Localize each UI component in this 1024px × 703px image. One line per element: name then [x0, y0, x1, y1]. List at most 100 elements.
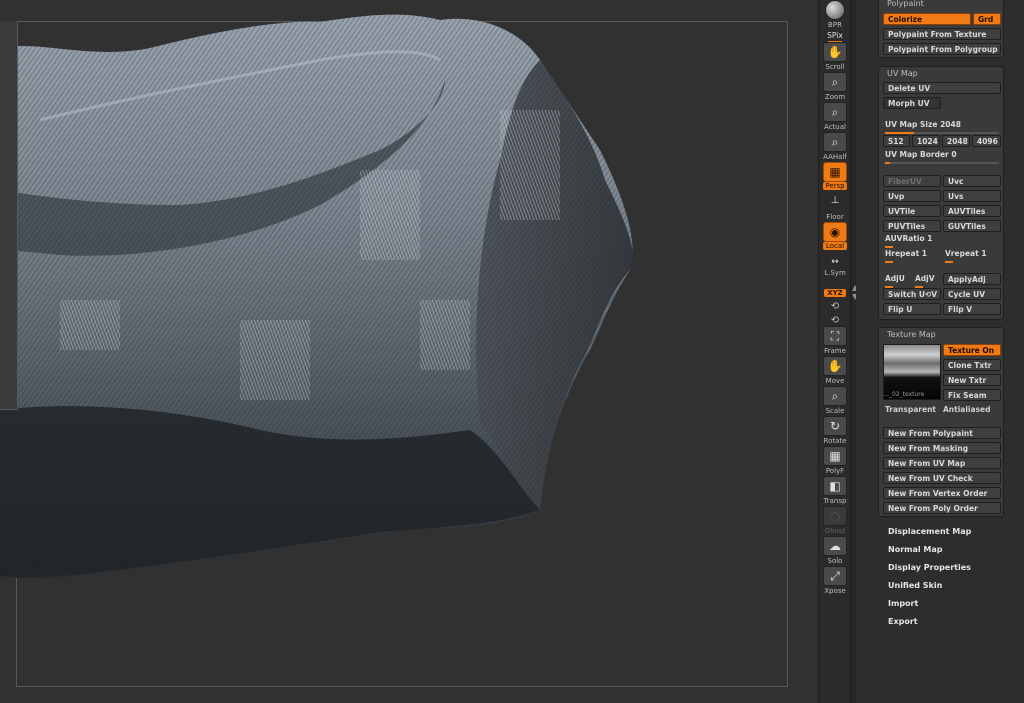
- fix-seam-button[interactable]: Fix Seam: [943, 389, 1001, 401]
- polyf-button[interactable]: ▦ PolyF: [820, 446, 850, 475]
- lsym-button[interactable]: ↔ L.Sym: [820, 256, 850, 277]
- floor-icon: ⊥: [830, 195, 840, 206]
- frame-button[interactable]: ⛶ Frame: [820, 326, 850, 355]
- bpr-button[interactable]: BPR: [820, 0, 850, 29]
- fiberuv-button[interactable]: FiberUV: [883, 175, 941, 187]
- new-from-poly-order-button[interactable]: New From Poly Order: [883, 502, 1001, 514]
- texture-map-palette: Texture Map …_02_texture Texture On Clon…: [878, 327, 1004, 517]
- unified-skin-menu[interactable]: Unified Skin: [888, 581, 942, 590]
- export-menu[interactable]: Export: [888, 617, 918, 626]
- document-viewport[interactable]: [0, 0, 818, 703]
- polypaint-from-polygroup-button[interactable]: Polypaint From Polygroup: [883, 43, 1001, 55]
- new-from-polypaint-button[interactable]: New From Polypaint: [883, 427, 1001, 439]
- new-from-uv-check-button[interactable]: New From UV Check: [883, 472, 1001, 484]
- transparent-toggle[interactable]: Transparent: [885, 405, 936, 414]
- uvc-button[interactable]: Uvc: [943, 175, 1001, 187]
- uv-size-512-button[interactable]: 512: [883, 135, 910, 147]
- uv-size-1024-button[interactable]: 1024: [912, 135, 940, 147]
- hrepeat-slider[interactable]: Hrepeat 1: [885, 249, 941, 263]
- normal-map-menu[interactable]: Normal Map: [888, 545, 942, 554]
- scale-label: Scale: [825, 407, 845, 415]
- zoom-button[interactable]: ⌕ Zoom: [820, 72, 850, 101]
- polypaint-palette: Polypaint Colorize Grd Polypaint From Te…: [878, 0, 1004, 58]
- move-button[interactable]: ✋ Move: [820, 356, 850, 385]
- colorize-button[interactable]: Colorize: [883, 13, 971, 25]
- antialiased-toggle[interactable]: Antialiased: [943, 405, 990, 414]
- display-properties-menu[interactable]: Display Properties: [888, 563, 971, 572]
- vrepeat-label: Vrepeat: [945, 249, 979, 258]
- guvtiles-button[interactable]: GUVTiles: [943, 220, 1001, 232]
- delete-uv-button[interactable]: Delete UV: [883, 82, 1001, 94]
- adjv-slider[interactable]: AdjV: [915, 274, 941, 288]
- new-from-vertex-order-button[interactable]: New From Vertex Order: [883, 487, 1001, 499]
- texture-on-button[interactable]: Texture On: [943, 344, 1001, 356]
- transp-button[interactable]: ◧ Transp: [820, 476, 850, 505]
- auvtiles-button[interactable]: AUVTiles: [943, 205, 1001, 217]
- rotate-label: Rotate: [823, 437, 847, 445]
- auvratio-slider[interactable]: AUVRatio 1: [885, 234, 999, 248]
- lsym-label: L.Sym: [824, 269, 846, 277]
- uv-map-border-slider[interactable]: UV Map Border 0: [885, 150, 999, 164]
- clone-txtr-button[interactable]: Clone Txtr: [943, 359, 1001, 371]
- symmetry-arrows-icon: ↔: [831, 257, 839, 267]
- ghost-icon: ◌: [823, 506, 847, 526]
- switch-uv-button[interactable]: Switch U⟲V: [883, 288, 941, 300]
- bpr-label: BPR: [828, 21, 842, 29]
- new-txtr-button[interactable]: New Txtr: [943, 374, 1001, 386]
- rotate-axis-z-button[interactable]: ⟲: [820, 308, 850, 327]
- polypaint-from-texture-button[interactable]: Polypaint From Texture: [883, 28, 1001, 40]
- flip-v-button[interactable]: Flip V: [943, 303, 1001, 315]
- scroll-label: Scroll: [825, 63, 845, 71]
- right-tray: Polypaint Colorize Grd Polypaint From Te…: [856, 0, 1024, 703]
- uvtile-button[interactable]: UVTile: [883, 205, 941, 217]
- cycle-uv-button[interactable]: Cycle UV: [943, 288, 1001, 300]
- local-button[interactable]: ◉ Local: [820, 222, 850, 250]
- actual-button[interactable]: ⌕ Actual: [820, 102, 850, 131]
- adju-label: AdjU: [885, 274, 905, 283]
- vrepeat-value: 1: [981, 249, 987, 258]
- uv-map-border-track: [885, 162, 999, 164]
- sphere-icon: [825, 0, 845, 20]
- applyadj-button[interactable]: ApplyAdj: [943, 273, 1001, 285]
- polypaint-title[interactable]: Polypaint: [879, 0, 1003, 13]
- grd-button[interactable]: Grd: [973, 13, 1001, 25]
- rotate-icon: ↻: [823, 416, 847, 436]
- uv-map-title[interactable]: UV Map: [879, 67, 1003, 83]
- aahalf-button[interactable]: ⌕ AAHalf: [820, 132, 850, 161]
- persp-button[interactable]: ▦ Persp: [820, 162, 850, 190]
- solo-button[interactable]: ☁ Solo: [820, 536, 850, 565]
- adju-slider[interactable]: AdjU: [885, 274, 911, 288]
- new-from-uv-map-button[interactable]: New From UV Map: [883, 457, 1001, 469]
- uvs-button[interactable]: Uvs: [943, 190, 1001, 202]
- vrepeat-slider[interactable]: Vrepeat 1: [945, 249, 1001, 263]
- rotate-button[interactable]: ↻ Rotate: [820, 416, 850, 445]
- auvratio-label: AUVRatio: [885, 234, 925, 243]
- texture-map-title[interactable]: Texture Map: [879, 328, 1003, 344]
- uv-size-2048-button[interactable]: 2048: [942, 135, 970, 147]
- uv-map-size-slider[interactable]: UV Map Size 2048: [885, 120, 999, 134]
- uvp-button[interactable]: Uvp: [883, 190, 941, 202]
- uv-map-size-label: UV Map Size: [885, 120, 938, 129]
- local-transform-icon: ◉: [823, 222, 847, 242]
- import-menu[interactable]: Import: [888, 599, 918, 608]
- ghost-button[interactable]: ◌ Ghost: [820, 506, 850, 535]
- flip-u-button[interactable]: Flip U: [883, 303, 941, 315]
- new-from-masking-button[interactable]: New From Masking: [883, 442, 1001, 454]
- actual-label: Actual: [824, 123, 846, 131]
- magnifier-icon: ⌕: [823, 386, 847, 406]
- local-label: Local: [823, 242, 847, 250]
- hrepeat-label: Hrepeat: [885, 249, 920, 258]
- scroll-button[interactable]: ✋ Scroll: [820, 42, 850, 71]
- morph-uv-button[interactable]: Morph UV: [883, 97, 941, 109]
- displacement-map-menu[interactable]: Displacement Map: [888, 527, 971, 536]
- puvtiles-button[interactable]: PUVTiles: [883, 220, 941, 232]
- hrepeat-value: 1: [921, 249, 928, 258]
- zoom-label: Zoom: [824, 93, 846, 101]
- floor-button[interactable]: ⊥ Floor: [820, 192, 850, 221]
- scale-button[interactable]: ⌕ Scale: [820, 386, 850, 415]
- rock-mesh-render[interactable]: [0, 0, 818, 703]
- uv-size-4096-button[interactable]: 4096: [972, 135, 1001, 147]
- rotate-z-icon: ⟲: [830, 315, 840, 326]
- xpose-button[interactable]: ⤢ Xpose: [820, 566, 850, 595]
- hand-icon: ✋: [823, 356, 847, 376]
